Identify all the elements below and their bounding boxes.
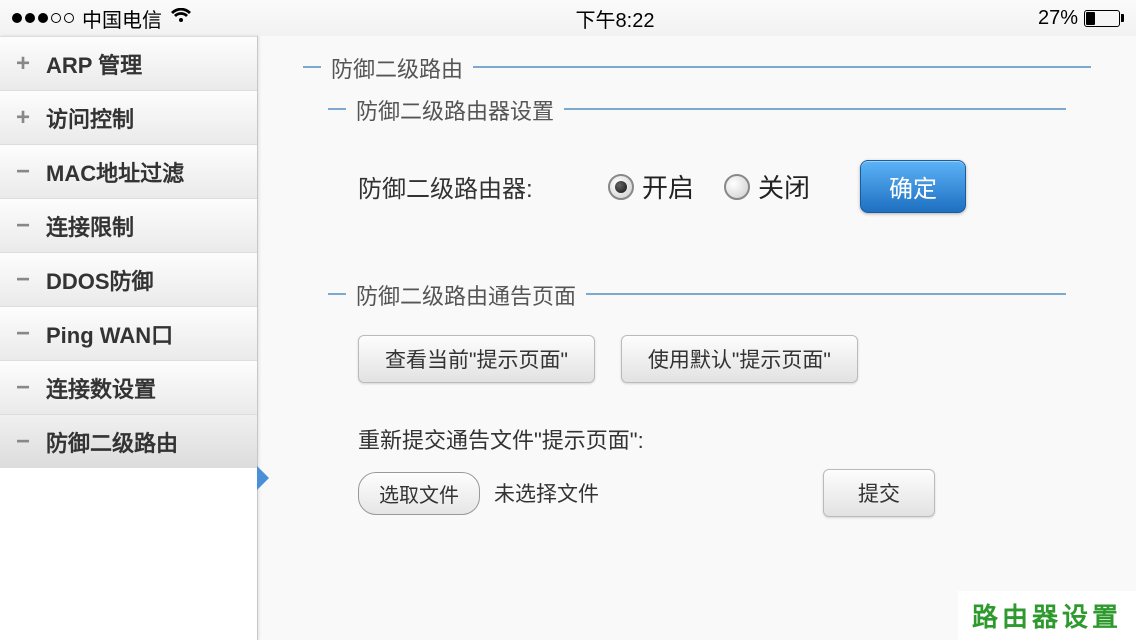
status-right: 27%	[1038, 7, 1124, 30]
collapse-icon: −	[14, 428, 32, 456]
status-time: 下午8:22	[576, 4, 655, 33]
sidebar-item-label: 访问控制	[46, 102, 134, 134]
battery-icon	[1084, 10, 1124, 27]
confirm-button[interactable]: 确定	[860, 160, 966, 213]
sidebar-item-label: ARP 管理	[46, 48, 142, 80]
battery-percent: 27%	[1038, 7, 1078, 30]
sidebar-item-label: Ping WAN口	[46, 318, 173, 350]
defense-router-label: 防御二级路由器:	[358, 169, 578, 204]
watermark: 路由器设置	[958, 591, 1136, 640]
submit-button[interactable]: 提交	[823, 469, 935, 517]
notice-page-fieldset: 防御二级路由通告页面 查看当前"提示页面" 使用默认"提示页面" 重新提交通告文…	[328, 293, 1066, 517]
outer-fieldset: 防御二级路由 防御二级路由器设置 防御二级路由器: 开启 关闭	[303, 66, 1091, 517]
carrier-label: 中国电信	[82, 4, 162, 33]
settings-legend: 防御二级路由器设置	[346, 94, 564, 126]
sidebar-item-label: MAC地址过滤	[46, 156, 184, 188]
sidebar-item-ddos[interactable]: − DDOS防御	[0, 252, 257, 306]
choose-file-button[interactable]: 选取文件	[358, 472, 480, 515]
collapse-icon: −	[14, 158, 32, 186]
sidebar-item-label: DDOS防御	[46, 264, 154, 296]
sidebar-item-conn-count[interactable]: − 连接数设置	[0, 360, 257, 414]
settings-fieldset: 防御二级路由器设置 防御二级路由器: 开启 关闭 确定	[328, 108, 1066, 233]
signal-strength-icon	[12, 13, 74, 23]
sidebar-item-label: 连接数设置	[46, 372, 156, 404]
radio-off-label: 关闭	[758, 168, 810, 205]
main-content: 防御二级路由 防御二级路由器设置 防御二级路由器: 开启 关闭	[258, 36, 1136, 640]
radio-unchecked-icon	[724, 174, 750, 200]
wifi-icon	[170, 7, 192, 30]
radio-on[interactable]: 开启	[608, 168, 694, 205]
view-current-page-button[interactable]: 查看当前"提示页面"	[358, 335, 595, 383]
status-left: 中国电信	[12, 4, 192, 33]
collapse-icon: −	[14, 266, 32, 294]
file-status-label: 未选择文件	[494, 478, 599, 508]
collapse-icon: −	[14, 212, 32, 240]
expand-icon: +	[14, 50, 32, 78]
sidebar-item-access-control[interactable]: + 访问控制	[0, 90, 257, 144]
collapse-icon: −	[14, 320, 32, 348]
radio-on-label: 开启	[642, 168, 694, 205]
status-bar: 中国电信 下午8:22 27%	[0, 0, 1136, 36]
resubmit-label: 重新提交通告文件"提示页面":	[358, 423, 1066, 455]
use-default-page-button[interactable]: 使用默认"提示页面"	[621, 335, 858, 383]
expand-icon: +	[14, 104, 32, 132]
sidebar-item-label: 防御二级路由	[46, 426, 178, 458]
sidebar-item-mac-filter[interactable]: − MAC地址过滤	[0, 144, 257, 198]
radio-off[interactable]: 关闭	[724, 168, 810, 205]
collapse-icon: −	[14, 374, 32, 402]
sidebar-item-label: 连接限制	[46, 210, 134, 242]
notice-page-legend: 防御二级路由通告页面	[346, 279, 586, 311]
sidebar-item-ping-wan[interactable]: − Ping WAN口	[0, 306, 257, 360]
defense-radio-group: 开启 关闭	[608, 168, 810, 205]
sidebar-item-conn-limit[interactable]: − 连接限制	[0, 198, 257, 252]
sidebar: + ARP 管理 + 访问控制 − MAC地址过滤 − 连接限制 − DDOS防…	[0, 36, 258, 640]
outer-legend: 防御二级路由	[321, 52, 473, 84]
radio-checked-icon	[608, 174, 634, 200]
sidebar-item-secondary-router-defense[interactable]: − 防御二级路由	[0, 414, 257, 468]
sidebar-item-arp[interactable]: + ARP 管理	[0, 36, 257, 90]
